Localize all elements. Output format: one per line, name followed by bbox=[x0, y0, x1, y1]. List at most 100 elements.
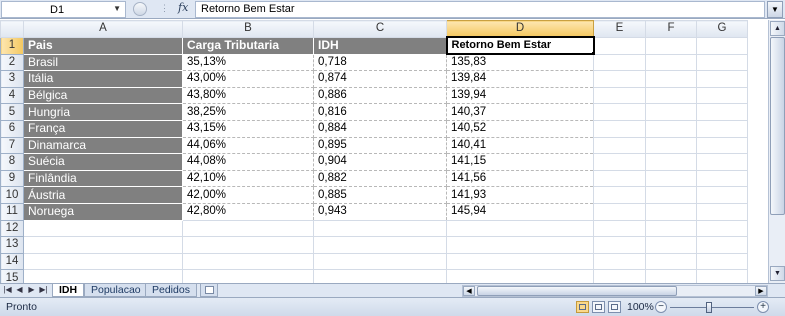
row-header[interactable]: 5 bbox=[0, 103, 24, 121]
select-all-corner[interactable] bbox=[0, 20, 24, 38]
cell-empty[interactable] bbox=[645, 202, 697, 221]
cell-country[interactable]: Suécia bbox=[23, 153, 183, 171]
cell-empty[interactable] bbox=[593, 119, 646, 138]
cell-empty[interactable] bbox=[593, 53, 646, 72]
cell-empty[interactable] bbox=[696, 153, 748, 171]
column-header-f[interactable]: F bbox=[645, 20, 697, 38]
cell-empty[interactable] bbox=[696, 236, 748, 254]
row-header[interactable]: 10 bbox=[0, 186, 24, 204]
cell-carga-tributaria[interactable]: 42,00% bbox=[182, 186, 314, 204]
cell-empty[interactable] bbox=[696, 186, 748, 204]
cell-idh[interactable]: 0,884 bbox=[313, 119, 447, 138]
cell-empty[interactable] bbox=[696, 103, 748, 121]
cell-empty[interactable] bbox=[313, 219, 447, 238]
cell-empty[interactable] bbox=[593, 136, 646, 155]
cell-country[interactable]: Dinamarca bbox=[23, 136, 183, 155]
row-header[interactable]: 12 bbox=[0, 219, 24, 238]
cell-empty[interactable] bbox=[23, 252, 183, 271]
cell-c1[interactable]: IDH bbox=[313, 36, 447, 55]
cell-carga-tributaria[interactable]: 43,15% bbox=[182, 119, 314, 138]
cell-empty[interactable] bbox=[313, 252, 447, 271]
cell-idh[interactable]: 0,882 bbox=[313, 169, 447, 188]
scroll-right-icon[interactable]: ▶ bbox=[755, 286, 767, 296]
cell-carga-tributaria[interactable]: 42,80% bbox=[182, 202, 314, 221]
row-header[interactable]: 14 bbox=[0, 252, 24, 271]
cell-empty[interactable] bbox=[645, 70, 697, 88]
cell-empty[interactable] bbox=[23, 236, 183, 254]
vertical-scroll-thumb[interactable] bbox=[770, 37, 785, 215]
cell-empty[interactable] bbox=[696, 219, 748, 238]
chevron-down-icon[interactable]: ▼ bbox=[113, 4, 121, 13]
cell-empty[interactable] bbox=[182, 269, 314, 283]
cell-country[interactable]: Bélgica bbox=[23, 86, 183, 105]
cell-empty[interactable] bbox=[593, 202, 646, 221]
horizontal-scroll-thumb[interactable] bbox=[477, 286, 677, 296]
cell-retorno[interactable]: 141,15 bbox=[446, 153, 594, 171]
cell-empty[interactable] bbox=[446, 236, 594, 254]
cell-country[interactable]: Itália bbox=[23, 70, 183, 88]
cell-empty[interactable] bbox=[645, 119, 697, 138]
row-header[interactable]: 2 bbox=[0, 53, 24, 72]
cell-idh[interactable]: 0,718 bbox=[313, 53, 447, 72]
cell-empty[interactable] bbox=[696, 86, 748, 105]
row-header[interactable]: 4 bbox=[0, 86, 24, 105]
cell-idh[interactable]: 0,895 bbox=[313, 136, 447, 155]
cell-carga-tributaria[interactable]: 38,25% bbox=[182, 103, 314, 121]
cell-empty[interactable] bbox=[645, 136, 697, 155]
cell-carga-tributaria[interactable]: 43,80% bbox=[182, 86, 314, 105]
first-sheet-icon[interactable]: |◀ bbox=[2, 285, 13, 294]
cell-carga-tributaria[interactable]: 44,08% bbox=[182, 153, 314, 171]
cell-empty[interactable] bbox=[593, 236, 646, 254]
insert-function-icon[interactable]: fx bbox=[178, 1, 188, 14]
expand-formula-bar-button[interactable]: ▼ bbox=[767, 1, 783, 18]
cell-empty[interactable] bbox=[593, 103, 646, 121]
cell-idh[interactable]: 0,904 bbox=[313, 153, 447, 171]
cell-empty[interactable] bbox=[313, 269, 447, 283]
tab-pedidos[interactable]: Pedidos bbox=[145, 284, 197, 297]
column-header-c[interactable]: C bbox=[313, 20, 447, 38]
prev-sheet-icon[interactable]: ◀ bbox=[14, 285, 25, 294]
tab-idh[interactable]: IDH bbox=[52, 284, 85, 297]
cell-empty[interactable] bbox=[645, 219, 697, 238]
cell-carga-tributaria[interactable]: 43,00% bbox=[182, 70, 314, 88]
vertical-scrollbar[interactable]: ▲ ▼ bbox=[768, 20, 785, 283]
cell-e1[interactable] bbox=[593, 36, 646, 55]
cell-empty[interactable] bbox=[645, 153, 697, 171]
cell-d1-active[interactable]: Retorno Bem Estar bbox=[445, 36, 595, 56]
cell-empty[interactable] bbox=[23, 219, 183, 238]
cell-b1[interactable]: Carga Tributaria bbox=[182, 36, 314, 55]
cell-retorno[interactable]: 140,37 bbox=[446, 103, 594, 121]
scroll-left-icon[interactable]: ◀ bbox=[463, 286, 475, 296]
cell-country[interactable]: Finlândia bbox=[23, 169, 183, 188]
fill-handle[interactable] bbox=[590, 51, 592, 53]
column-header-a[interactable]: A bbox=[23, 20, 183, 38]
cell-empty[interactable] bbox=[645, 169, 697, 188]
cell-empty[interactable] bbox=[313, 236, 447, 254]
cell-empty[interactable] bbox=[593, 153, 646, 171]
cell-retorno[interactable]: 140,41 bbox=[446, 136, 594, 155]
cell-retorno[interactable]: 135,83 bbox=[446, 53, 594, 72]
cell-empty[interactable] bbox=[593, 169, 646, 188]
cell-empty[interactable] bbox=[696, 252, 748, 271]
formula-input[interactable]: Retorno Bem Estar bbox=[195, 1, 765, 18]
cell-empty[interactable] bbox=[182, 252, 314, 271]
cell-empty[interactable] bbox=[446, 219, 594, 238]
row-header[interactable]: 13 bbox=[0, 236, 24, 254]
cell-g1[interactable] bbox=[696, 36, 748, 55]
cell-empty[interactable] bbox=[593, 70, 646, 88]
column-header-g[interactable]: G bbox=[696, 20, 748, 38]
row-header[interactable]: 6 bbox=[0, 119, 24, 138]
cell-empty[interactable] bbox=[593, 269, 646, 283]
zoom-in-button[interactable]: + bbox=[757, 301, 769, 313]
cell-empty[interactable] bbox=[696, 169, 748, 188]
cell-idh[interactable]: 0,943 bbox=[313, 202, 447, 221]
cell-empty[interactable] bbox=[696, 269, 748, 283]
page-layout-view-button[interactable] bbox=[592, 301, 605, 313]
column-header-d[interactable]: D bbox=[446, 20, 594, 38]
row-header[interactable]: 7 bbox=[0, 136, 24, 155]
cell-carga-tributaria[interactable]: 42,10% bbox=[182, 169, 314, 188]
row-header[interactable]: 15 bbox=[0, 269, 24, 283]
cell-empty[interactable] bbox=[645, 252, 697, 271]
cell-empty[interactable] bbox=[593, 86, 646, 105]
cell-country[interactable]: França bbox=[23, 119, 183, 138]
